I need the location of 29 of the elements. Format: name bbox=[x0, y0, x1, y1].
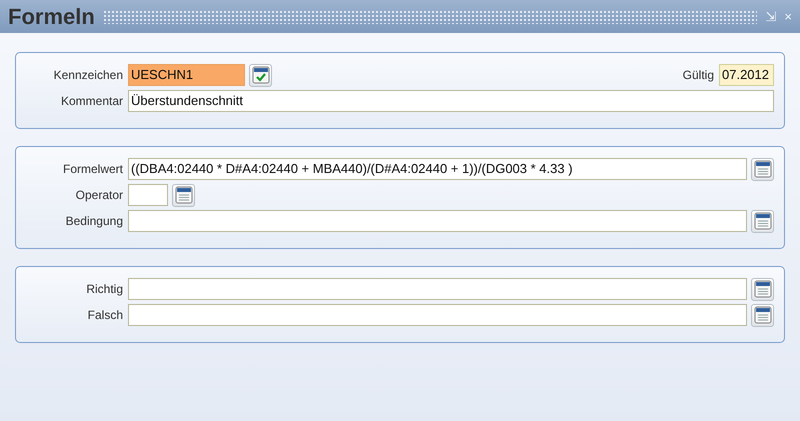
check-icon bbox=[252, 66, 270, 84]
text-field[interactable] bbox=[128, 304, 747, 326]
field-label: Formelwert bbox=[62, 161, 124, 178]
lookup-button[interactable] bbox=[751, 278, 774, 300]
text-field[interactable]: UESCHN1 bbox=[128, 64, 245, 86]
field-label: Richtig bbox=[85, 281, 124, 298]
field-label: Bedingung bbox=[64, 213, 124, 230]
list-icon bbox=[754, 160, 772, 178]
text-field[interactable]: ((DBA4:02440 * D#A4:02440 + MBA440)/(D#A4:02440 + 1))/(DG003 * 4.33 ) bbox=[128, 158, 747, 180]
text-field[interactable] bbox=[128, 278, 747, 300]
text-field[interactable] bbox=[128, 184, 168, 206]
field-label: Falsch bbox=[86, 307, 124, 324]
lookup-button[interactable] bbox=[751, 304, 774, 326]
field-label: Gültig bbox=[682, 67, 715, 84]
text-field[interactable] bbox=[128, 210, 747, 232]
lookup-button[interactable] bbox=[249, 64, 272, 86]
lookup-button[interactable] bbox=[172, 184, 195, 206]
text-field[interactable]: 07.2012 bbox=[719, 64, 774, 86]
list-icon bbox=[174, 186, 192, 204]
list-icon bbox=[754, 306, 772, 324]
field-label: Operator bbox=[74, 187, 124, 204]
window-title: Formeln bbox=[8, 6, 95, 28]
lookup-button[interactable] bbox=[751, 158, 774, 180]
lookup-button[interactable] bbox=[751, 210, 774, 232]
text-field[interactable]: Überstundenschnitt bbox=[128, 90, 774, 112]
field-label: Kennzeichen bbox=[52, 67, 124, 84]
field-label: Kommentar bbox=[60, 93, 124, 110]
list-icon bbox=[754, 212, 772, 230]
list-icon bbox=[754, 280, 772, 298]
